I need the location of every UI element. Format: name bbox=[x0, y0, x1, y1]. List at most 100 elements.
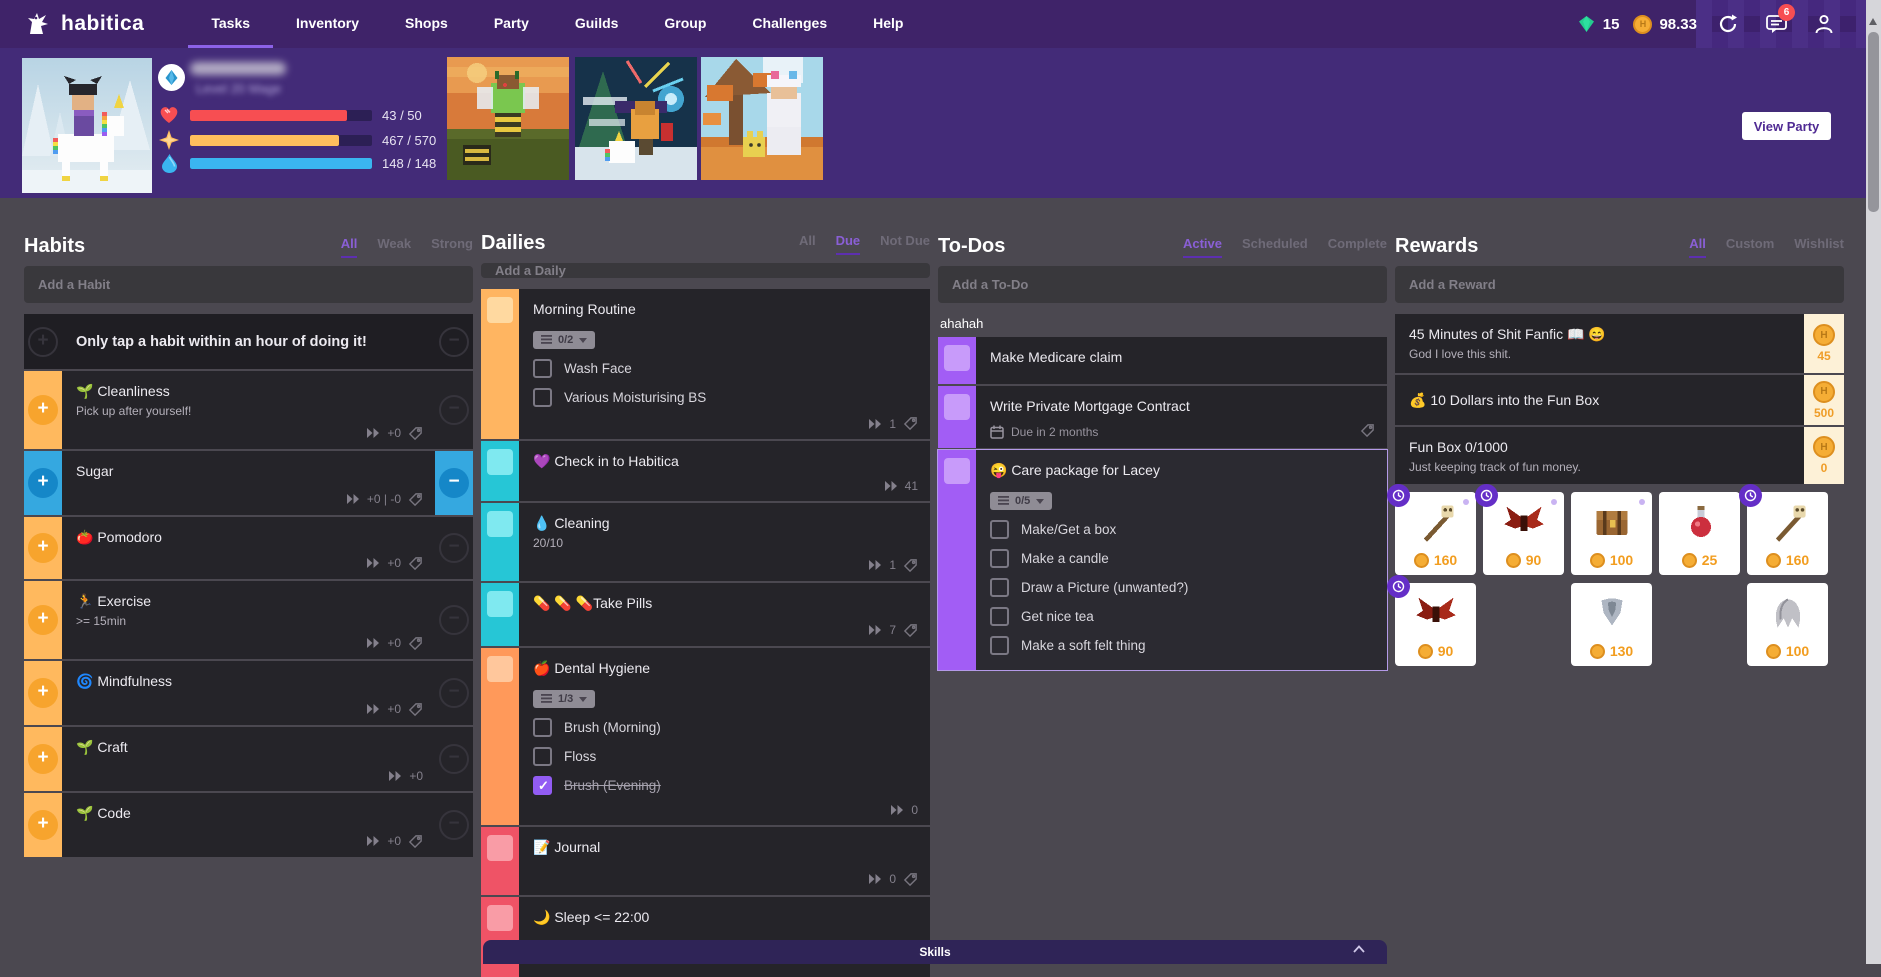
shop-item-red-wings-2[interactable]: 90 bbox=[1395, 583, 1476, 666]
daily-card-checkin[interactable]: 💜 Check in to Habitica 41 bbox=[481, 441, 930, 501]
party-member-avatar-1[interactable] bbox=[447, 57, 569, 180]
checklist-checkbox-checked[interactable] bbox=[533, 776, 552, 795]
daily-card-dental-hygiene[interactable]: 🍎 Dental Hygiene 1/3 Brush (Morning) Flo… bbox=[481, 648, 930, 825]
daily-checkbox[interactable] bbox=[487, 511, 513, 537]
habit-plus-button[interactable]: + bbox=[28, 468, 58, 498]
add-habit-input[interactable] bbox=[24, 266, 473, 303]
todos-filter-scheduled[interactable]: Scheduled bbox=[1242, 236, 1308, 258]
shop-item-skull-mace[interactable]: 160 bbox=[1395, 492, 1476, 575]
daily-checkbox[interactable] bbox=[487, 656, 513, 682]
gold-counter[interactable]: H 98.33 bbox=[1633, 15, 1697, 34]
class-badge-mage[interactable] bbox=[158, 64, 185, 91]
daily-card-journal[interactable]: 📝 Journal 0 bbox=[481, 827, 930, 895]
rewards-filter-wishlist[interactable]: Wishlist bbox=[1794, 236, 1844, 258]
habit-card-exercise[interactable]: + 🏃 Exercise >= 15min +0 − bbox=[24, 581, 473, 659]
add-todo-input[interactable] bbox=[938, 266, 1387, 303]
daily-card-morning-routine[interactable]: Morning Routine 0/2 Wash Face Various Mo… bbox=[481, 289, 930, 439]
nav-item-party[interactable]: Party bbox=[471, 0, 552, 48]
shop-item-silver-armor[interactable]: 130 bbox=[1571, 583, 1652, 666]
rewards-filter-all[interactable]: All bbox=[1689, 236, 1706, 258]
reward-card-fanfic[interactable]: 45 Minutes of Shit Fanfic 📖 😄 God I love… bbox=[1395, 314, 1844, 373]
habit-card-pomodoro[interactable]: + 🍅 Pomodoro +0 − bbox=[24, 517, 473, 579]
browser-scrollbar[interactable] bbox=[1866, 0, 1881, 964]
reward-card-fun-box[interactable]: Fun Box 0/1000 Just keeping track of fun… bbox=[1395, 427, 1844, 484]
shop-item-red-potion[interactable]: 25 bbox=[1659, 492, 1740, 575]
todo-card-mortgage[interactable]: Write Private Mortgage Contract Due in 2… bbox=[938, 386, 1387, 448]
habit-plus-button[interactable]: + bbox=[28, 810, 58, 840]
checklist-checkbox[interactable] bbox=[990, 520, 1009, 539]
todos-filter-active[interactable]: Active bbox=[1183, 236, 1222, 258]
habits-filter-strong[interactable]: Strong bbox=[431, 236, 473, 258]
daily-card-sleep[interactable]: 🌙 Sleep <= 22:00 bbox=[481, 897, 930, 977]
daily-checkbox[interactable] bbox=[487, 297, 513, 323]
nav-item-tasks[interactable]: Tasks bbox=[188, 0, 273, 48]
checklist-checkbox[interactable] bbox=[533, 747, 552, 766]
todo-checkbox[interactable] bbox=[944, 345, 970, 371]
todo-checkbox[interactable] bbox=[944, 458, 970, 484]
chevron-up-icon[interactable] bbox=[1353, 945, 1365, 953]
skills-drawer[interactable]: Skills bbox=[483, 940, 1387, 964]
nav-item-challenges[interactable]: Challenges bbox=[729, 0, 850, 48]
habit-card-craft[interactable]: + 🌱 Craft +0 − bbox=[24, 727, 473, 791]
party-member-avatar-3[interactable] bbox=[701, 57, 823, 180]
party-member-avatar-2[interactable] bbox=[575, 57, 697, 180]
daily-checkbox[interactable] bbox=[487, 905, 513, 931]
habit-plus-button[interactable]: + bbox=[28, 395, 58, 425]
daily-checkbox[interactable] bbox=[487, 591, 513, 617]
dailies-filter-notdue[interactable]: Not Due bbox=[880, 233, 930, 255]
rewards-filter-custom[interactable]: Custom bbox=[1726, 236, 1774, 258]
habit-card-code[interactable]: + 🌱 Code +0 − bbox=[24, 793, 473, 857]
sync-icon[interactable] bbox=[1711, 7, 1745, 41]
dailies-filter-all[interactable]: All bbox=[799, 233, 816, 255]
habit-card-cleanliness[interactable]: + 🌱 Cleanliness Pick up after yourself! … bbox=[24, 371, 473, 449]
profile-icon[interactable] bbox=[1807, 7, 1841, 41]
checklist-checkbox[interactable] bbox=[990, 636, 1009, 655]
nav-item-guilds[interactable]: Guilds bbox=[552, 0, 642, 48]
scrollbar-thumb[interactable] bbox=[1868, 32, 1879, 212]
gem-counter[interactable]: 15 bbox=[1577, 15, 1620, 33]
daily-checkbox[interactable] bbox=[487, 449, 513, 475]
shop-item-red-wings[interactable]: 90 bbox=[1483, 492, 1564, 575]
nav-item-group[interactable]: Group bbox=[641, 0, 729, 48]
buy-reward-button[interactable]: H 500 bbox=[1804, 375, 1844, 425]
checklist-checkbox[interactable] bbox=[533, 388, 552, 407]
daily-card-cleaning[interactable]: 💧 Cleaning 20/10 1 bbox=[481, 503, 930, 581]
todo-checkbox[interactable] bbox=[944, 394, 970, 420]
checklist-checkbox[interactable] bbox=[990, 607, 1009, 626]
view-party-button[interactable]: View Party bbox=[1742, 112, 1831, 140]
checklist-checkbox[interactable] bbox=[990, 549, 1009, 568]
shop-item-treasure-chest[interactable]: 100 bbox=[1571, 492, 1652, 575]
buy-reward-button[interactable]: H 45 bbox=[1804, 314, 1844, 373]
habit-minus-button[interactable]: − bbox=[439, 468, 469, 498]
habitica-logo[interactable]: habitica bbox=[24, 10, 144, 38]
buy-reward-button[interactable]: H 0 bbox=[1804, 427, 1844, 484]
checklist-toggle[interactable]: 0/5 bbox=[990, 492, 1052, 510]
habits-filter-all[interactable]: All bbox=[341, 236, 358, 258]
habit-card-sugar[interactable]: + Sugar +0 | -0 − bbox=[24, 451, 473, 515]
nav-item-help[interactable]: Help bbox=[850, 0, 926, 48]
habit-plus-button[interactable]: + bbox=[28, 678, 58, 708]
dailies-filter-due[interactable]: Due bbox=[836, 233, 861, 255]
habit-plus-button[interactable]: + bbox=[28, 605, 58, 635]
scrollbar-up-arrow[interactable] bbox=[1869, 18, 1877, 25]
messages-icon[interactable]: 6 bbox=[1759, 7, 1793, 41]
todos-filter-complete[interactable]: Complete bbox=[1328, 236, 1387, 258]
habits-filter-weak[interactable]: Weak bbox=[377, 236, 411, 258]
add-daily-input[interactable] bbox=[481, 263, 930, 278]
daily-checkbox[interactable] bbox=[487, 835, 513, 861]
user-avatar[interactable] bbox=[22, 58, 152, 193]
todo-card-medicare[interactable]: Make Medicare claim bbox=[938, 337, 1387, 384]
checklist-checkbox[interactable] bbox=[533, 359, 552, 378]
add-reward-input[interactable] bbox=[1395, 266, 1844, 303]
checklist-checkbox[interactable] bbox=[990, 578, 1009, 597]
habit-plus-button[interactable]: + bbox=[28, 533, 58, 563]
habit-card-mindfulness[interactable]: + 🌀 Mindfulness +0 − bbox=[24, 661, 473, 725]
checklist-checkbox[interactable] bbox=[533, 718, 552, 737]
daily-card-take-pills[interactable]: 💊 💊 💊Take Pills 7 bbox=[481, 583, 930, 646]
username-blurred[interactable] bbox=[190, 62, 286, 75]
checklist-toggle[interactable]: 1/3 bbox=[533, 690, 595, 708]
habit-plus-button[interactable]: + bbox=[28, 744, 58, 774]
nav-item-shops[interactable]: Shops bbox=[382, 0, 471, 48]
habit-note-card[interactable]: + Only tap a habit within an hour of doi… bbox=[24, 314, 473, 369]
nav-item-inventory[interactable]: Inventory bbox=[273, 0, 382, 48]
